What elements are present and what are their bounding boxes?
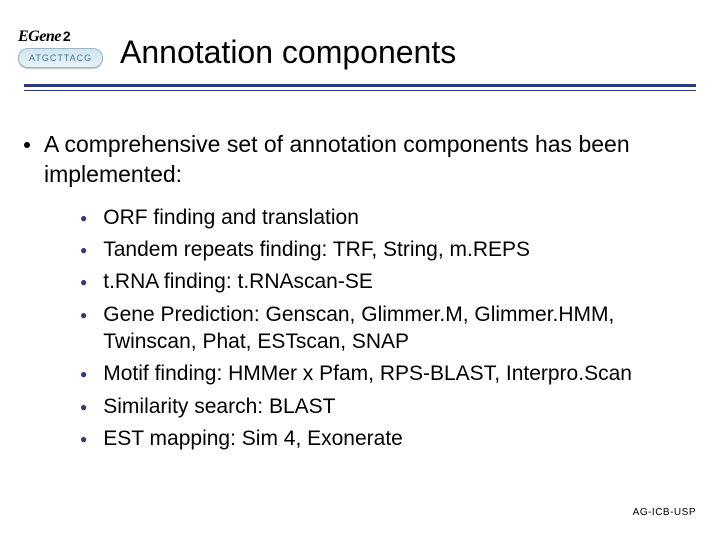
bullet-dot-icon: ● (80, 211, 87, 231)
logo-capsule: ATGCTTACG (18, 48, 103, 68)
logo: EGene2 ATGCTTACG (18, 28, 108, 68)
list-item: ● Motif finding: HMMer x Pfam, RPS-BLAST… (80, 360, 696, 387)
list-item: ● EST mapping: Sim 4, Exonerate (80, 425, 696, 452)
sublist: ● ORF finding and translation ● Tandem r… (80, 204, 696, 452)
footer: AG-ICB-USP (633, 507, 696, 518)
bullet-dot-icon: ● (80, 400, 87, 420)
list-item: ● ORF finding and translation (80, 204, 696, 231)
bullet-disc-icon (24, 142, 30, 148)
list-item-text: t.RNA finding: t.RNAscan-SE (103, 268, 696, 295)
list-item-text: Motif finding: HMMer x Pfam, RPS-BLAST, … (103, 360, 696, 387)
intro-text: A comprehensive set of annotation compon… (44, 130, 696, 190)
list-item: ● Gene Prediction: Genscan, Glimmer.M, G… (80, 301, 696, 356)
bullet-dot-icon: ● (80, 275, 87, 295)
page-title: Annotation components (120, 34, 696, 71)
list-item-text: ORF finding and translation (103, 204, 696, 231)
list-item: ● t.RNA finding: t.RNAscan-SE (80, 268, 696, 295)
logo-name: EGene (18, 28, 61, 45)
list-item: ● Similarity search: BLAST (80, 393, 696, 420)
logo-title: EGene2 (18, 28, 108, 46)
bullet-dot-icon: ● (80, 432, 87, 452)
rule-thin (24, 90, 696, 91)
slide: EGene2 ATGCTTACG Annotation components A… (0, 0, 720, 540)
list-item-text: Gene Prediction: Genscan, Glimmer.M, Gli… (103, 301, 696, 356)
list-item-text: Tandem repeats finding: TRF, String, m.R… (103, 236, 696, 263)
list-item-text: Similarity search: BLAST (103, 393, 696, 420)
logo-version: 2 (63, 28, 71, 44)
title-divider (24, 84, 696, 96)
content: A comprehensive set of annotation compon… (24, 130, 696, 457)
bullet-dot-icon: ● (80, 308, 87, 356)
list-item-text: EST mapping: Sim 4, Exonerate (103, 425, 696, 452)
bullet-dot-icon: ● (80, 243, 87, 263)
bullet-dot-icon: ● (80, 367, 87, 387)
list-item: ● Tandem repeats finding: TRF, String, m… (80, 236, 696, 263)
rule-thick (24, 84, 696, 87)
intro-bullet: A comprehensive set of annotation compon… (24, 130, 696, 190)
